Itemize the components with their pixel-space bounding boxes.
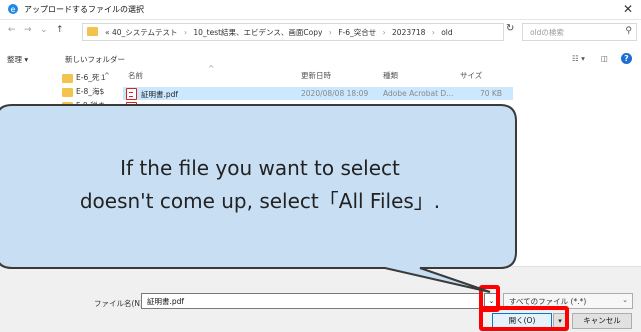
chevron-down-icon: ⌄ <box>622 296 628 304</box>
folder-icon <box>87 27 98 36</box>
help-icon[interactable]: ? <box>621 53 632 64</box>
sidebar-item-label: E-6_死１ <box>76 73 107 82</box>
back-arrow-icon[interactable]: ← <box>8 25 16 35</box>
forward-arrow-icon[interactable]: → <box>24 25 32 35</box>
new-folder-button[interactable]: 新しいフォルダー <box>65 54 125 65</box>
organize-menu[interactable]: 整理 ▾ <box>7 54 28 65</box>
pdf-file-icon <box>126 88 137 100</box>
file-type: Adobe Acrobat D... <box>383 103 454 112</box>
breadcrumb-item[interactable]: 40_システムテスト <box>112 28 178 37</box>
title-bar: e アップロードするファイルの選択 ✕ <box>0 0 641 20</box>
breadcrumb-item[interactable]: F-6_突合せ <box>338 28 376 37</box>
preview-pane-icon[interactable]: ◫ <box>601 54 608 63</box>
breadcrumb-item[interactable]: old <box>441 28 452 37</box>
filename-value: 証明書.pdf <box>147 297 185 306</box>
sort-ascending-icon: ^ <box>208 64 215 73</box>
sidebar-item-label: E-8_海$ <box>76 87 105 96</box>
column-header-date[interactable]: 更新日時 <box>301 70 331 81</box>
view-options-icon[interactable]: ☷ ▾ <box>572 54 585 63</box>
folder-icon <box>62 101 73 111</box>
callout-line: doesn't come up, select「All Files」. <box>79 189 441 213</box>
cancel-button[interactable]: キャンセル <box>572 313 632 329</box>
filename-input[interactable]: 証明書.pdf <box>141 293 483 309</box>
search-input[interactable]: oldの検索 ⚲ <box>522 23 637 41</box>
sidebar-item[interactable]: F-9 税ま <box>62 100 105 111</box>
file-type: Adobe Acrobat D... <box>383 89 454 98</box>
command-bar: 整理 ▾ 新しいフォルダー ☷ ▾ ◫ <box>0 50 641 68</box>
close-icon[interactable]: ✕ <box>623 2 633 16</box>
column-header-name[interactable]: 名前 <box>128 70 143 81</box>
sidebar-item[interactable]: E-8_海$ <box>62 86 104 97</box>
file-name: 証明書.pdf <box>141 90 179 99</box>
filename-label: ファイル名(N): <box>94 299 146 308</box>
pdf-file-icon <box>126 102 137 114</box>
breadcrumb: « 40_システムテスト › 10_test結果、エビデンス、画面Copy › … <box>105 27 453 38</box>
history-dropdown-icon[interactable]: ⌄ <box>40 25 48 35</box>
sidebar-item[interactable]: E-6_死１ <box>62 72 107 83</box>
search-placeholder: oldの検索 <box>530 28 564 37</box>
breadcrumb-item[interactable]: 2023718 <box>392 28 425 37</box>
highlight-box <box>479 306 569 331</box>
file-size: 70 KB <box>480 89 502 98</box>
file-row[interactable]: 証明書.pdf 2020/08/08 18:09 Adobe Acrobat D… <box>123 87 513 100</box>
column-header-size[interactable]: サイズ <box>460 70 482 81</box>
up-arrow-icon[interactable]: ↑ <box>56 25 64 35</box>
breadcrumb-item[interactable]: 10_test結果、エビデンス、画面Copy <box>193 28 322 37</box>
folder-icon <box>62 73 73 83</box>
breadcrumb-overflow[interactable]: « <box>105 28 110 37</box>
path-box[interactable]: « 40_システムテスト › 10_test結果、エビデンス、画面Copy › … <box>82 23 578 41</box>
internet-explorer-icon: e <box>8 4 18 14</box>
column-header-type[interactable]: 種類 <box>383 70 398 81</box>
file-name: 証明書2.pdf <box>141 104 183 113</box>
callout-line: If the file you want to select <box>120 156 400 180</box>
svg-text:e: e <box>11 5 16 14</box>
file-row[interactable]: 証明書2.pdf 2020/08/08 18:09 Adobe Acrobat … <box>123 101 513 114</box>
window-title: アップロードするファイルの選択 <box>24 5 144 14</box>
breadcrumb-separator: › <box>382 28 386 37</box>
breadcrumb-separator: › <box>431 28 435 37</box>
sidebar-item-label: F-9 税ま <box>76 101 106 110</box>
callout-text: If the file you want to select doesn't c… <box>10 152 510 218</box>
file-date: 2020/08/08 18:09 <box>301 89 369 98</box>
scroll-up-icon[interactable]: ^ <box>104 72 110 80</box>
file-size: 68 KB <box>480 103 502 112</box>
file-date: 2020/08/08 18:09 <box>301 103 369 112</box>
breadcrumb-separator: › <box>328 28 332 37</box>
refresh-icon[interactable]: ↻ <box>506 23 514 34</box>
search-icon[interactable]: ⚲ <box>625 26 632 36</box>
breadcrumb-separator: › <box>183 28 187 37</box>
folder-icon <box>62 87 73 97</box>
